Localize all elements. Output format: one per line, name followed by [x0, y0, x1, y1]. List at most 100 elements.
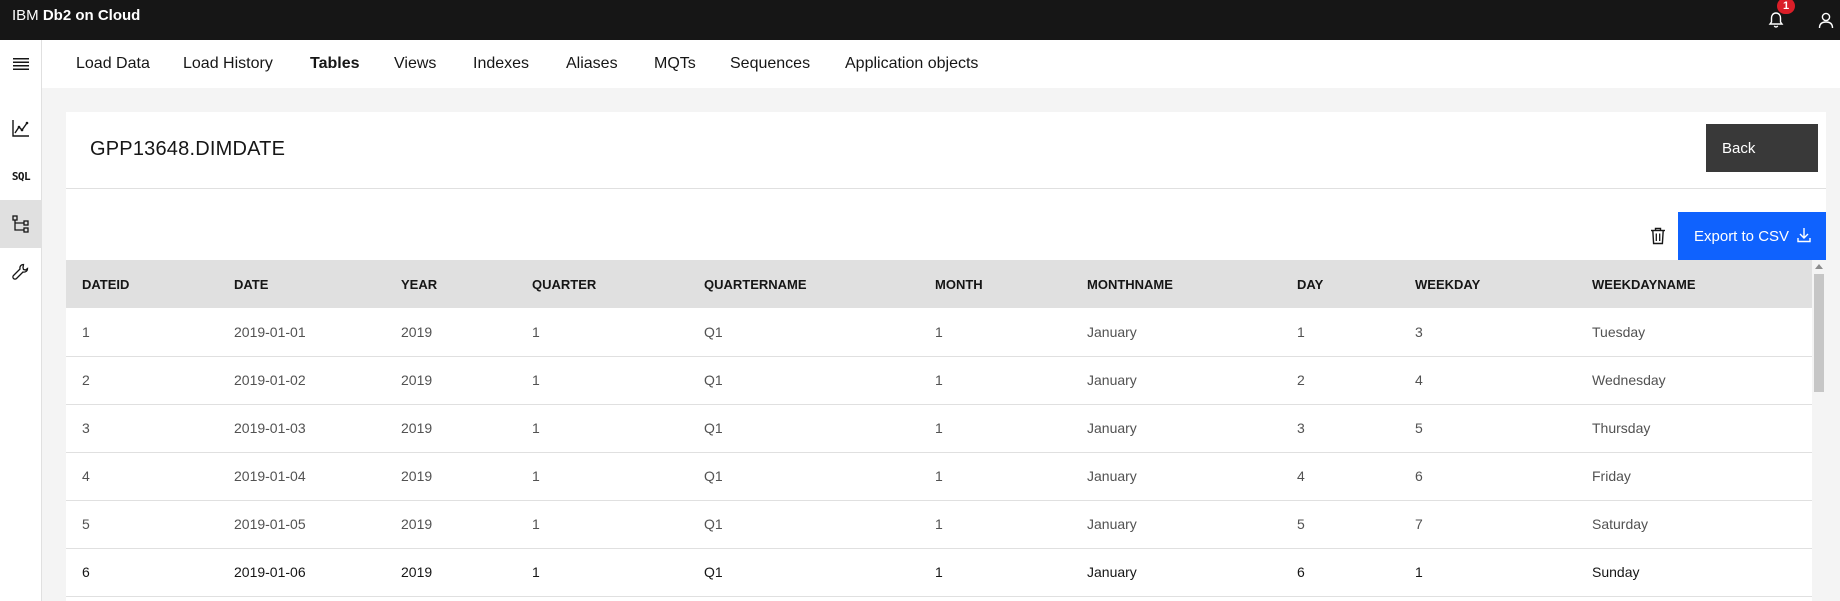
table-cell: 3 [1297, 420, 1305, 436]
export-label: Export to CSV [1694, 227, 1790, 245]
export-to-csv-button[interactable]: Export to CSV [1678, 212, 1826, 260]
tab-indexes[interactable]: Indexes [473, 40, 529, 88]
tab-load-data[interactable]: Load Data [76, 40, 150, 88]
table-cell: 4 [1297, 468, 1305, 484]
column-header[interactable]: DAY [1281, 260, 1399, 308]
wrench-icon [12, 263, 29, 280]
table-detail-card: GPP13648.DIMDATE Back Export to CSV DATE… [66, 112, 1826, 601]
table-cell: 2019 [401, 516, 433, 532]
page-title: GPP13648.DIMDATE [90, 138, 286, 160]
table-row[interactable]: 4 2019-01-04 2019 1 Q1 1 January 4 6 Fri… [66, 452, 1812, 500]
table-cell: January [1087, 323, 1137, 340]
hamburger-menu-icon [13, 58, 29, 70]
column-header[interactable]: QUARTERNAME [688, 260, 919, 308]
brand-name: Db2 on Cloud [42, 7, 141, 24]
table-cell: Friday [1592, 468, 1631, 484]
table-cell: January [1087, 516, 1137, 532]
menu-button[interactable] [0, 40, 42, 88]
data-table: DATEID DATE YEAR QUARTER QUARTERNAME MON… [66, 260, 1812, 597]
rail-monitor-button[interactable] [0, 104, 42, 152]
table-cell: 1 [82, 323, 90, 340]
table-cell: 2019 [401, 420, 433, 436]
table-cell: 1 [1297, 323, 1305, 340]
table-cell: 2019-01-04 [234, 468, 306, 484]
table-cell: 1 [532, 564, 540, 580]
delete-button[interactable] [1634, 212, 1682, 260]
table-cell: January [1087, 468, 1137, 484]
column-header[interactable]: QUARTER [516, 260, 688, 308]
rail-administer-button[interactable] [0, 248, 42, 296]
rail-data-button[interactable] [0, 200, 42, 248]
table-cell: 2019-01-06 [234, 564, 306, 580]
tab-tables[interactable]: Tables [310, 40, 360, 88]
table-cell: 2 [82, 372, 90, 388]
table-cell: 1 [532, 516, 540, 532]
table-cell: 6 [1297, 564, 1305, 580]
table-row[interactable]: 3 2019-01-03 2019 1 Q1 1 January 3 5 Thu… [66, 404, 1812, 452]
table-cell: 2019 [401, 564, 433, 580]
table-cell: 1 [1415, 564, 1423, 580]
table-cell: 4 [1415, 372, 1423, 388]
tab-application-objects[interactable]: Application objects [845, 40, 978, 88]
brand-prefix: IBM [12, 7, 39, 24]
table-row[interactable]: 2 2019-01-02 2019 1 Q1 1 January 2 4 Wed… [66, 356, 1812, 404]
table-cell: Saturday [1592, 516, 1649, 532]
table-cell: 1 [935, 323, 943, 340]
top-header: IBM Db2 on Cloud 1 [0, 0, 1840, 40]
scrollbar-thumb[interactable] [1814, 274, 1824, 392]
table-cell: 1 [532, 420, 540, 436]
rail-sql-button[interactable]: SQL [0, 152, 42, 200]
table-row[interactable]: 5 2019-01-05 2019 1 Q1 1 January 5 7 Sat… [66, 500, 1812, 548]
column-header[interactable]: WEEKDAY [1399, 260, 1576, 308]
table-scrollbar[interactable] [1812, 260, 1826, 601]
table-cell: Wednesday [1592, 372, 1666, 388]
column-header[interactable]: DATEID [66, 260, 218, 308]
table-cell: 2019 [401, 372, 433, 388]
divider [66, 188, 1826, 189]
table-cell: 5 [82, 516, 90, 532]
trash-icon [1651, 227, 1665, 245]
table-cell: 3 [1415, 323, 1423, 340]
table-cell: 1 [935, 564, 943, 580]
column-header[interactable]: MONTHNAME [1071, 260, 1281, 308]
table-row[interactable]: 1 2019-01-01 2019 1 Q1 1 January 1 3 Tue… [66, 308, 1812, 356]
table-row[interactable]: 6 2019-01-06 2019 1 Q1 1 January 6 1 Sun… [66, 548, 1812, 596]
tree-view-icon [12, 215, 29, 233]
table-cell: 2019-01-02 [234, 372, 306, 388]
column-header[interactable]: MONTH [919, 260, 1071, 308]
tab-aliases[interactable]: Aliases [566, 40, 618, 88]
table-cell: 6 [82, 564, 90, 580]
data-table-container: DATEID DATE YEAR QUARTER QUARTERNAME MON… [66, 260, 1812, 601]
table-cell: 1 [935, 420, 943, 436]
table-cell: 1 [935, 468, 943, 484]
table-cell: 1 [935, 372, 943, 388]
column-header[interactable]: YEAR [385, 260, 516, 308]
left-rail: SQL [0, 40, 42, 601]
tab-mqts[interactable]: MQTs [654, 40, 696, 88]
scroll-up-arrow-icon[interactable] [1815, 264, 1823, 269]
table-cell: 2019 [401, 323, 433, 340]
table-cell: 5 [1297, 516, 1305, 532]
table-cell: Q1 [704, 420, 723, 436]
column-header[interactable]: DATE [218, 260, 385, 308]
download-icon [1797, 228, 1811, 243]
notifications-button[interactable]: 1 [1756, 0, 1796, 40]
table-cell: Q1 [704, 564, 723, 580]
product-name[interactable]: IBM Db2 on Cloud [12, 0, 140, 40]
table-cell: 6 [1415, 468, 1423, 484]
table-cell: Q1 [704, 516, 723, 532]
table-cell: January [1087, 564, 1137, 580]
table-cell: 4 [82, 468, 90, 484]
table-header-row: DATEID DATE YEAR QUARTER QUARTERNAME MON… [66, 260, 1812, 308]
table-cell: Tuesday [1592, 323, 1646, 340]
user-profile-button[interactable] [1806, 0, 1840, 40]
table-cell: 3 [82, 420, 90, 436]
table-cell: 2 [1297, 372, 1305, 388]
tab-views[interactable]: Views [394, 40, 436, 88]
user-icon [1818, 12, 1834, 29]
back-button[interactable]: Back [1706, 124, 1818, 172]
table-cell: 5 [1415, 420, 1423, 436]
tab-sequences[interactable]: Sequences [730, 40, 810, 88]
column-header[interactable]: WEEKDAYNAME [1576, 260, 1812, 308]
tab-load-history[interactable]: Load History [183, 40, 273, 88]
